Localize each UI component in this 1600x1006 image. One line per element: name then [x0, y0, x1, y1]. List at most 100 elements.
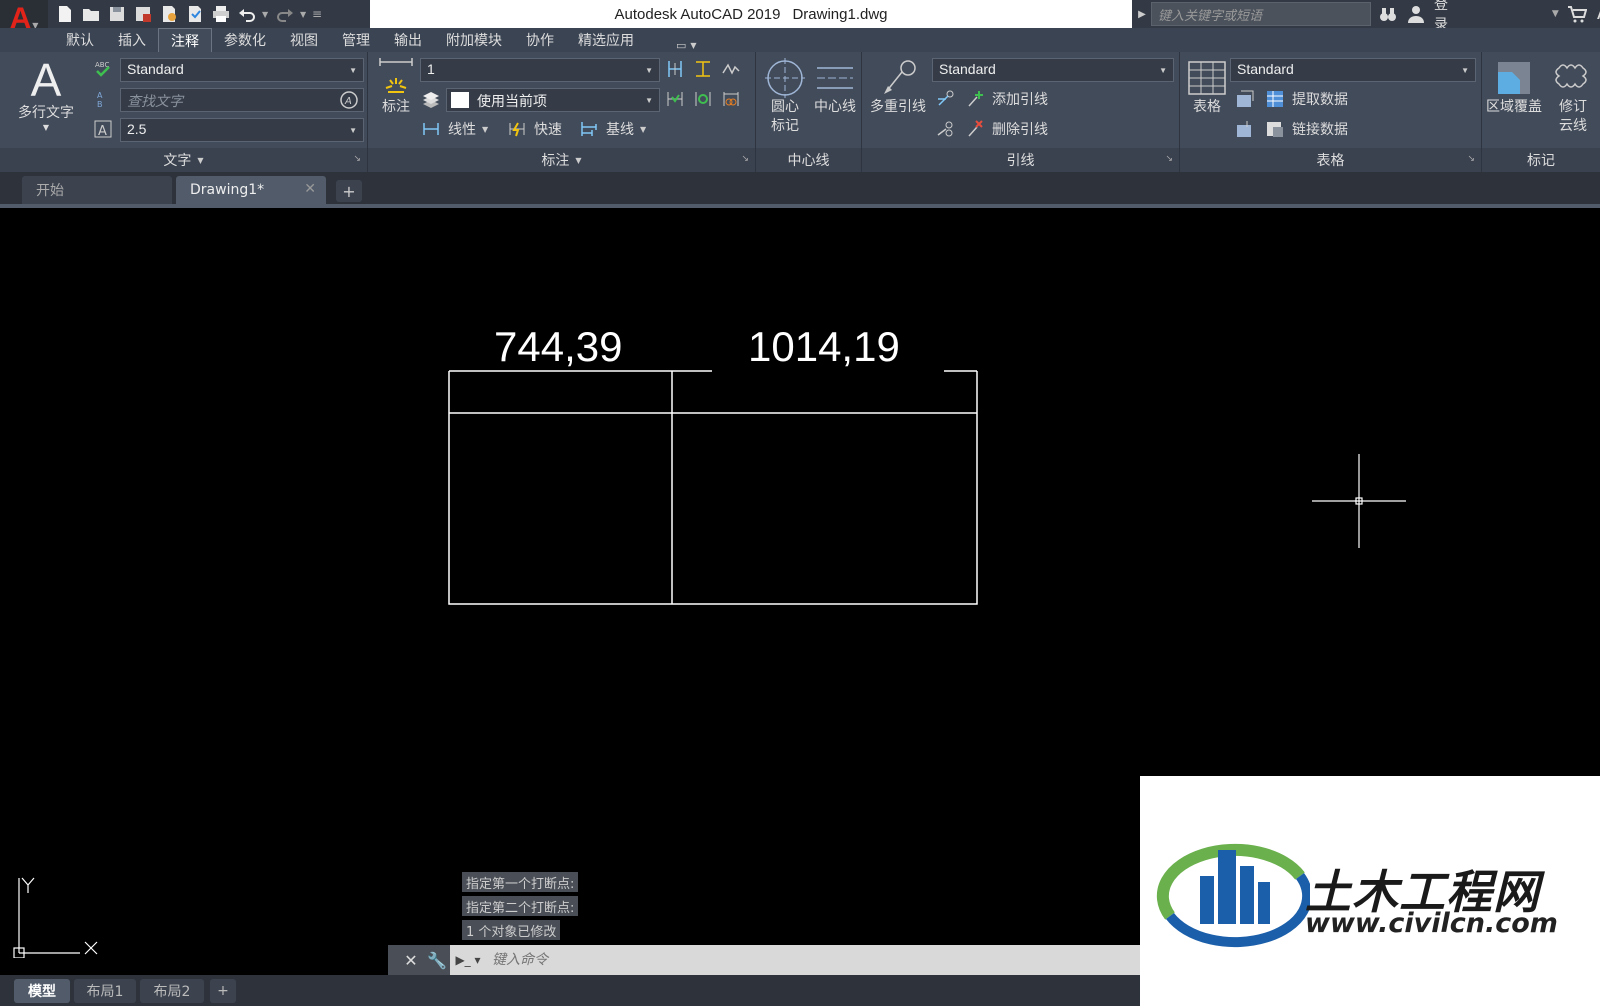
link-data-button[interactable]: 链接数据 — [1264, 118, 1348, 140]
tab-drawing1[interactable]: Drawing1* ✕ — [176, 176, 326, 204]
command-prompt-button[interactable]: ▶_ ▾ — [450, 945, 486, 975]
find-search-icon[interactable]: A — [339, 90, 359, 114]
tab-insert[interactable]: 插入 — [106, 28, 158, 52]
tab-model[interactable]: 模型 — [14, 979, 70, 1003]
extract-data-icon — [1264, 88, 1286, 110]
watermark: 土木工程网 www.civilcn.com — [1140, 776, 1600, 1006]
dim-reassociate-icon[interactable] — [720, 88, 742, 110]
binoculars-icon[interactable] — [1378, 4, 1398, 24]
panel-launcher-icon[interactable]: ↘ — [1165, 154, 1173, 164]
table-outline[interactable] — [448, 371, 978, 605]
plot-button[interactable] — [210, 3, 232, 25]
open-web-button[interactable] — [158, 3, 180, 25]
collect-leaders-icon[interactable] — [934, 118, 956, 140]
text-panel-title[interactable]: 文字 ▼ ↘ — [0, 148, 367, 172]
new-tab-button[interactable]: + — [336, 180, 362, 202]
drag-handle-icon[interactable] — [388, 945, 398, 975]
find-text-placeholder: 查找文字 — [127, 94, 183, 110]
panel-launcher-icon[interactable]: ↘ — [741, 154, 749, 164]
panel-launcher-icon[interactable]: ↘ — [353, 154, 361, 164]
multileader-label: 多重引线 — [870, 99, 926, 115]
revcloud-button[interactable]: 修订 云线 — [1546, 58, 1600, 136]
tab-default[interactable]: 默认 — [54, 28, 106, 52]
dim-inspect-icon[interactable] — [664, 88, 686, 110]
table-style-select[interactable]: Standard ▼ — [1230, 58, 1476, 82]
layout-tabs: 模型 布局1 布局2 + — [0, 975, 1140, 1006]
tab-parametric[interactable]: 参数化 — [212, 28, 278, 52]
save-button[interactable] — [106, 3, 128, 25]
dimension-style-select[interactable]: 1 ▼ — [420, 58, 660, 82]
printer-icon — [213, 6, 229, 22]
find-text-input[interactable]: 查找文字 A — [120, 88, 364, 112]
close-command-line-button[interactable]: ✕ — [398, 945, 424, 975]
dimension-button[interactable]: 标注 — [376, 58, 416, 117]
align-leaders-icon[interactable] — [934, 88, 956, 110]
quick-dimension-button[interactable]: 快速 — [506, 118, 562, 140]
add-leader-button[interactable]: 添加引线 — [964, 88, 1048, 110]
tab-layout2[interactable]: 布局2 — [140, 979, 204, 1003]
extract-data-button[interactable]: 提取数据 — [1264, 88, 1348, 110]
header-controls: 登录 ▼ A — [1378, 0, 1600, 33]
tab-collaborate[interactable]: 协作 — [514, 28, 566, 52]
mtext-button[interactable]: A 多行文字 ▼ — [10, 56, 82, 133]
app-name: Autodesk AutoCAD 2019 — [614, 5, 781, 23]
tab-layout1[interactable]: 布局1 — [74, 979, 136, 1003]
table-icon — [1188, 61, 1226, 95]
new-file-button[interactable] — [54, 3, 76, 25]
dimension-layer-select[interactable]: 使用当前项 ▼ — [446, 88, 660, 112]
dim-break-icon[interactable] — [664, 58, 686, 80]
tab-addins[interactable]: 附加模块 — [434, 28, 514, 52]
center-mark-button[interactable]: 圆心 标记 — [762, 58, 808, 136]
ribbon-minimize-button[interactable]: ▭ ▼ — [676, 39, 697, 52]
leader-panel-title[interactable]: 引线 ↘ — [862, 148, 1179, 172]
add-layout-button[interactable]: + — [210, 979, 236, 1003]
cart-icon[interactable] — [1567, 4, 1587, 24]
tab-start[interactable]: 开始 — [22, 176, 172, 204]
command-input[interactable] — [486, 946, 1140, 974]
tab-annotate[interactable]: 注释 — [158, 28, 212, 52]
multileader-button[interactable]: 多重引线 — [866, 58, 930, 117]
remove-leader-button[interactable]: 删除引线 — [964, 118, 1048, 140]
dimension-text-left[interactable]: 744,39 — [494, 326, 622, 368]
search-input[interactable]: 键入关键字或短语 — [1151, 2, 1371, 26]
linear-dimension-button[interactable]: 线性 ▼ — [420, 118, 488, 140]
command-settings-button[interactable]: 🔧 — [424, 945, 450, 975]
table-button[interactable]: 表格 — [1184, 58, 1230, 117]
tab-manage[interactable]: 管理 — [330, 28, 382, 52]
leader-style-select[interactable]: Standard ▼ — [932, 58, 1174, 82]
chevron-right-icon[interactable]: ▶ — [1134, 0, 1150, 28]
tab-featured-apps[interactable]: 精选应用 — [566, 28, 646, 52]
plus-icon: + — [217, 983, 229, 999]
open-file-button[interactable] — [80, 3, 102, 25]
save-as-button[interactable] — [132, 3, 154, 25]
table-panel-title[interactable]: 表格 ↘ — [1180, 148, 1481, 172]
autodesk-app-icon[interactable]: A — [1595, 4, 1600, 24]
close-icon[interactable]: ✕ — [304, 181, 316, 197]
download-data-icon[interactable] — [1234, 118, 1256, 140]
chevron-down-icon[interactable]: ▼ — [1552, 9, 1559, 19]
redo-dropdown-icon[interactable]: ▼ — [300, 10, 308, 19]
dimension-text-right[interactable]: 1014,19 — [748, 326, 900, 368]
undo-button[interactable] — [236, 3, 258, 25]
tab-output[interactable]: 输出 — [382, 28, 434, 52]
dim-adjust-icon[interactable] — [692, 58, 714, 80]
quick-access-toolbar: ▼ ▼ ≡ — [54, 2, 326, 26]
user-icon[interactable] — [1406, 4, 1426, 24]
dimension-panel-title[interactable]: 标注 ▼ ↘ — [368, 148, 755, 172]
baseline-dimension-button[interactable]: 基线 ▼ — [578, 118, 646, 140]
redo-button[interactable] — [274, 3, 296, 25]
dim-jog-icon[interactable] — [720, 58, 742, 80]
wipeout-button[interactable]: 区域覆盖 — [1482, 58, 1546, 117]
data-link-icon[interactable] — [1234, 88, 1256, 110]
customize-qat-icon[interactable]: ≡ — [312, 7, 326, 21]
text-height-select[interactable]: 2.5 ▼ — [120, 118, 364, 142]
tab-view[interactable]: 视图 — [278, 28, 330, 52]
dim-update-icon[interactable] — [692, 88, 714, 110]
text-style-select[interactable]: Standard ▼ — [120, 58, 364, 82]
centerline-button[interactable]: 中心线 — [808, 58, 862, 117]
save-web-button[interactable] — [184, 3, 206, 25]
undo-dropdown-icon[interactable]: ▼ — [262, 10, 270, 19]
panel-launcher-icon[interactable]: ↘ — [1467, 154, 1475, 164]
linear-label: 线性 — [448, 122, 476, 138]
spell-check-icon[interactable]: ABC — [92, 58, 114, 80]
